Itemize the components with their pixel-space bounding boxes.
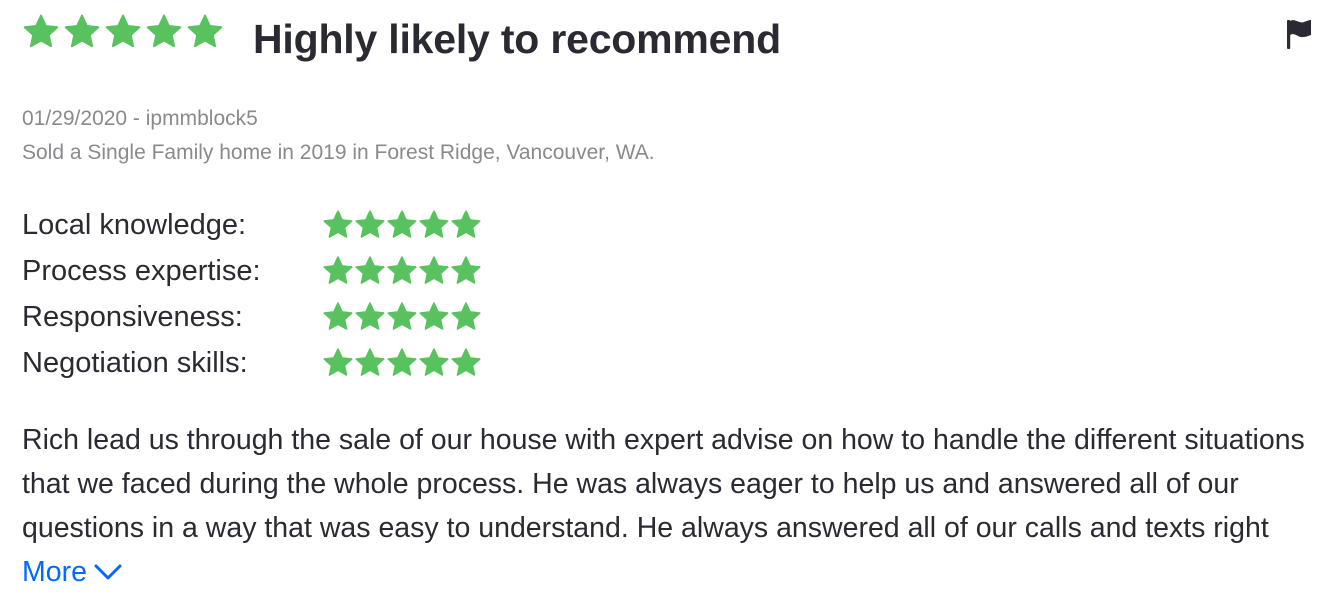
sub-rating-stars (322, 347, 482, 379)
sub-rating-stars (322, 209, 482, 241)
star-icon (387, 302, 417, 330)
star-icon (355, 256, 385, 284)
review-transaction-info: Sold a Single Family home in 2019 in For… (22, 141, 655, 164)
review-title: Highly likely to recommend (253, 16, 781, 62)
star-icon (23, 14, 59, 48)
sub-rating-label: Local knowledge: (22, 209, 247, 241)
star-icon (64, 14, 100, 48)
star-icon (323, 210, 353, 238)
star-icon (419, 210, 449, 238)
review-body: Rich lead us through the sale of our hou… (22, 418, 1322, 594)
star-icon (187, 14, 223, 48)
star-icon (419, 256, 449, 284)
star-icon (419, 302, 449, 330)
sub-rating-label: Process expertise: (22, 255, 261, 287)
star-icon (387, 256, 417, 284)
star-icon (387, 348, 417, 376)
flag-review-button[interactable] (1284, 18, 1314, 50)
more-link[interactable]: More (22, 556, 123, 588)
star-icon (146, 14, 182, 48)
chevron-down-icon (94, 564, 122, 580)
sub-rating-stars (322, 255, 482, 287)
star-icon (355, 210, 385, 238)
star-icon (451, 256, 481, 284)
sub-rating-label: Negotiation skills: (22, 347, 248, 379)
star-icon (323, 256, 353, 284)
review-body-text: Rich lead us through the sale of our hou… (22, 424, 1305, 544)
star-icon (387, 210, 417, 238)
review-date-author: 01/29/2020 - ipmmblock5 (22, 107, 258, 130)
flag-icon (1284, 18, 1314, 50)
sub-rating-label: Responsiveness: (22, 301, 243, 333)
star-icon (451, 302, 481, 330)
more-label: More (22, 556, 87, 588)
star-icon (451, 348, 481, 376)
star-icon (419, 348, 449, 376)
review-card: Highly likely to recommend 01/29/2020 - … (22, 0, 1322, 588)
star-icon (323, 302, 353, 330)
overall-rating-stars (22, 13, 224, 51)
star-icon (105, 14, 141, 48)
star-icon (355, 348, 385, 376)
star-icon (451, 210, 481, 238)
review-header: Highly likely to recommend (22, 0, 1322, 80)
sub-rating-stars (322, 301, 482, 333)
star-icon (323, 348, 353, 376)
star-icon (355, 302, 385, 330)
review-meta: 01/29/2020 - ipmmblock5 Sold a Single Fa… (22, 102, 655, 170)
